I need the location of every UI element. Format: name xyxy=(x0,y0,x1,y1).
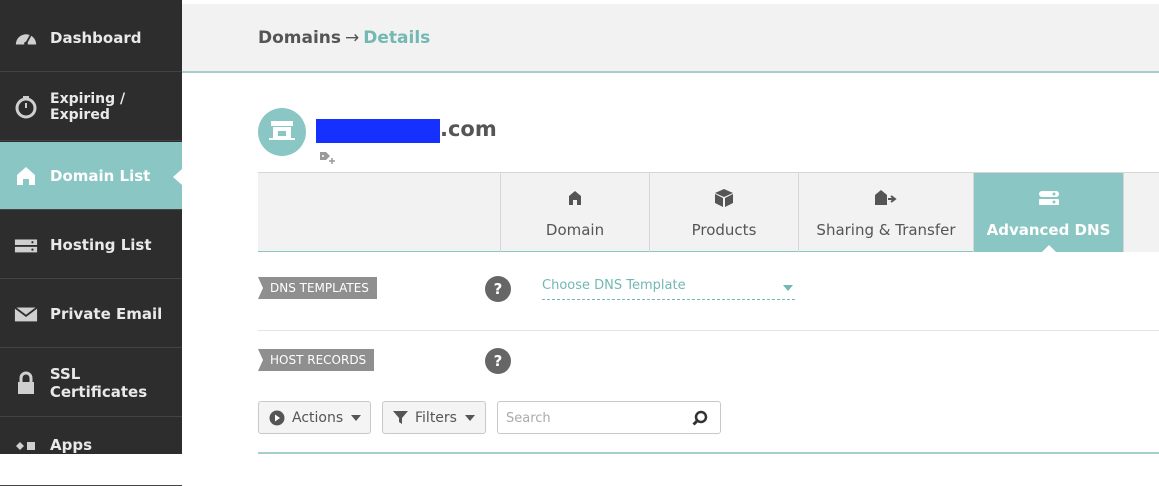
sidebar-item-label: Expiring / Expired xyxy=(50,90,126,123)
chevron-down-icon xyxy=(783,285,793,291)
tab-label: Advanced DNS xyxy=(986,221,1111,239)
sidebar-item-label: Private Email xyxy=(50,304,163,323)
tab-domain[interactable]: Domain xyxy=(500,173,649,252)
chevron-down-icon xyxy=(464,414,475,421)
tab-label: Products xyxy=(691,221,757,239)
tab-overflow-area xyxy=(1123,173,1159,252)
dns-icon xyxy=(1037,187,1061,209)
redacted-domain-name xyxy=(316,119,440,143)
search-icon[interactable] xyxy=(692,410,708,430)
host-records-label: HOST RECORDS xyxy=(258,349,375,371)
house-icon xyxy=(14,164,38,188)
lock-icon xyxy=(14,371,38,395)
dns-template-select[interactable]: Choose DNS Template xyxy=(542,278,795,300)
add-tag-icon[interactable] xyxy=(319,150,337,164)
actions-button-label: Actions xyxy=(292,409,344,426)
sidebar-item-label: SSL Certificates xyxy=(49,364,148,401)
storefront-icon xyxy=(269,119,295,145)
filters-button-label: Filters xyxy=(415,409,457,426)
envelope-icon xyxy=(14,302,38,326)
tab-sharing-transfer[interactable]: Sharing & Transfer xyxy=(798,173,973,252)
chevron-down-icon xyxy=(351,414,362,421)
sidebar-item-label: Hosting List xyxy=(50,235,152,254)
server-icon xyxy=(14,233,38,257)
filters-button[interactable]: Filters xyxy=(382,401,486,434)
section-divider xyxy=(258,330,1159,331)
transfer-icon xyxy=(874,187,898,209)
dns-templates-help-icon[interactable]: ? xyxy=(485,276,511,302)
breadcrumb-separator: → xyxy=(345,28,360,48)
stopwatch-icon xyxy=(14,95,38,119)
tab-products[interactable]: Products xyxy=(649,173,798,252)
host-records-help-icon[interactable]: ? xyxy=(485,348,511,374)
actions-button[interactable]: Actions xyxy=(258,401,371,434)
breadcrumb-current: Details xyxy=(363,28,431,48)
search-box xyxy=(497,401,721,434)
tab-advanced-dns[interactable]: Advanced DNS xyxy=(973,173,1123,253)
tab-label: Domain xyxy=(545,221,605,239)
sidebar-item-private-email[interactable]: Private Email xyxy=(0,280,182,348)
page-header: Domains → Details xyxy=(182,4,1159,73)
sidebar-item-label: Dashboard xyxy=(50,28,142,47)
sidebar-item-apps[interactable]: Apps xyxy=(0,418,182,486)
sidebar: Dashboard Expiring / Expired Domain List… xyxy=(0,0,182,486)
breadcrumb-domains-link[interactable]: Domains xyxy=(258,28,341,48)
box-icon xyxy=(714,187,734,209)
dns-template-select-value: Choose DNS Template xyxy=(542,278,686,293)
dns-templates-label: DNS TEMPLATES xyxy=(258,277,377,299)
sidebar-item-hosting-list[interactable]: Hosting List xyxy=(0,211,182,279)
sidebar-item-label: Apps xyxy=(50,436,93,454)
play-circle-icon xyxy=(269,410,285,426)
sidebar-item-expiring[interactable]: Expiring / Expired xyxy=(0,73,182,141)
speedometer-icon xyxy=(14,26,38,50)
domain-name-suffix: .com xyxy=(440,117,497,141)
sidebar-item-label: Domain List xyxy=(50,166,151,185)
sidebar-item-domain-list[interactable]: Domain List xyxy=(0,142,182,210)
domain-tabs: Domain Products Sharing & Transfer Advan… xyxy=(258,172,1159,253)
apps-icon xyxy=(14,436,38,460)
tab-label: Sharing & Transfer xyxy=(816,221,956,239)
search-input[interactable] xyxy=(506,408,686,428)
house-icon xyxy=(568,187,582,209)
funnel-icon xyxy=(393,410,408,425)
sidebar-item-ssl-certificates[interactable]: SSL Certificates xyxy=(0,349,182,417)
sidebar-item-dashboard[interactable]: Dashboard xyxy=(0,4,182,72)
domain-avatar xyxy=(258,108,306,156)
breadcrumb: Domains → Details xyxy=(258,28,430,48)
